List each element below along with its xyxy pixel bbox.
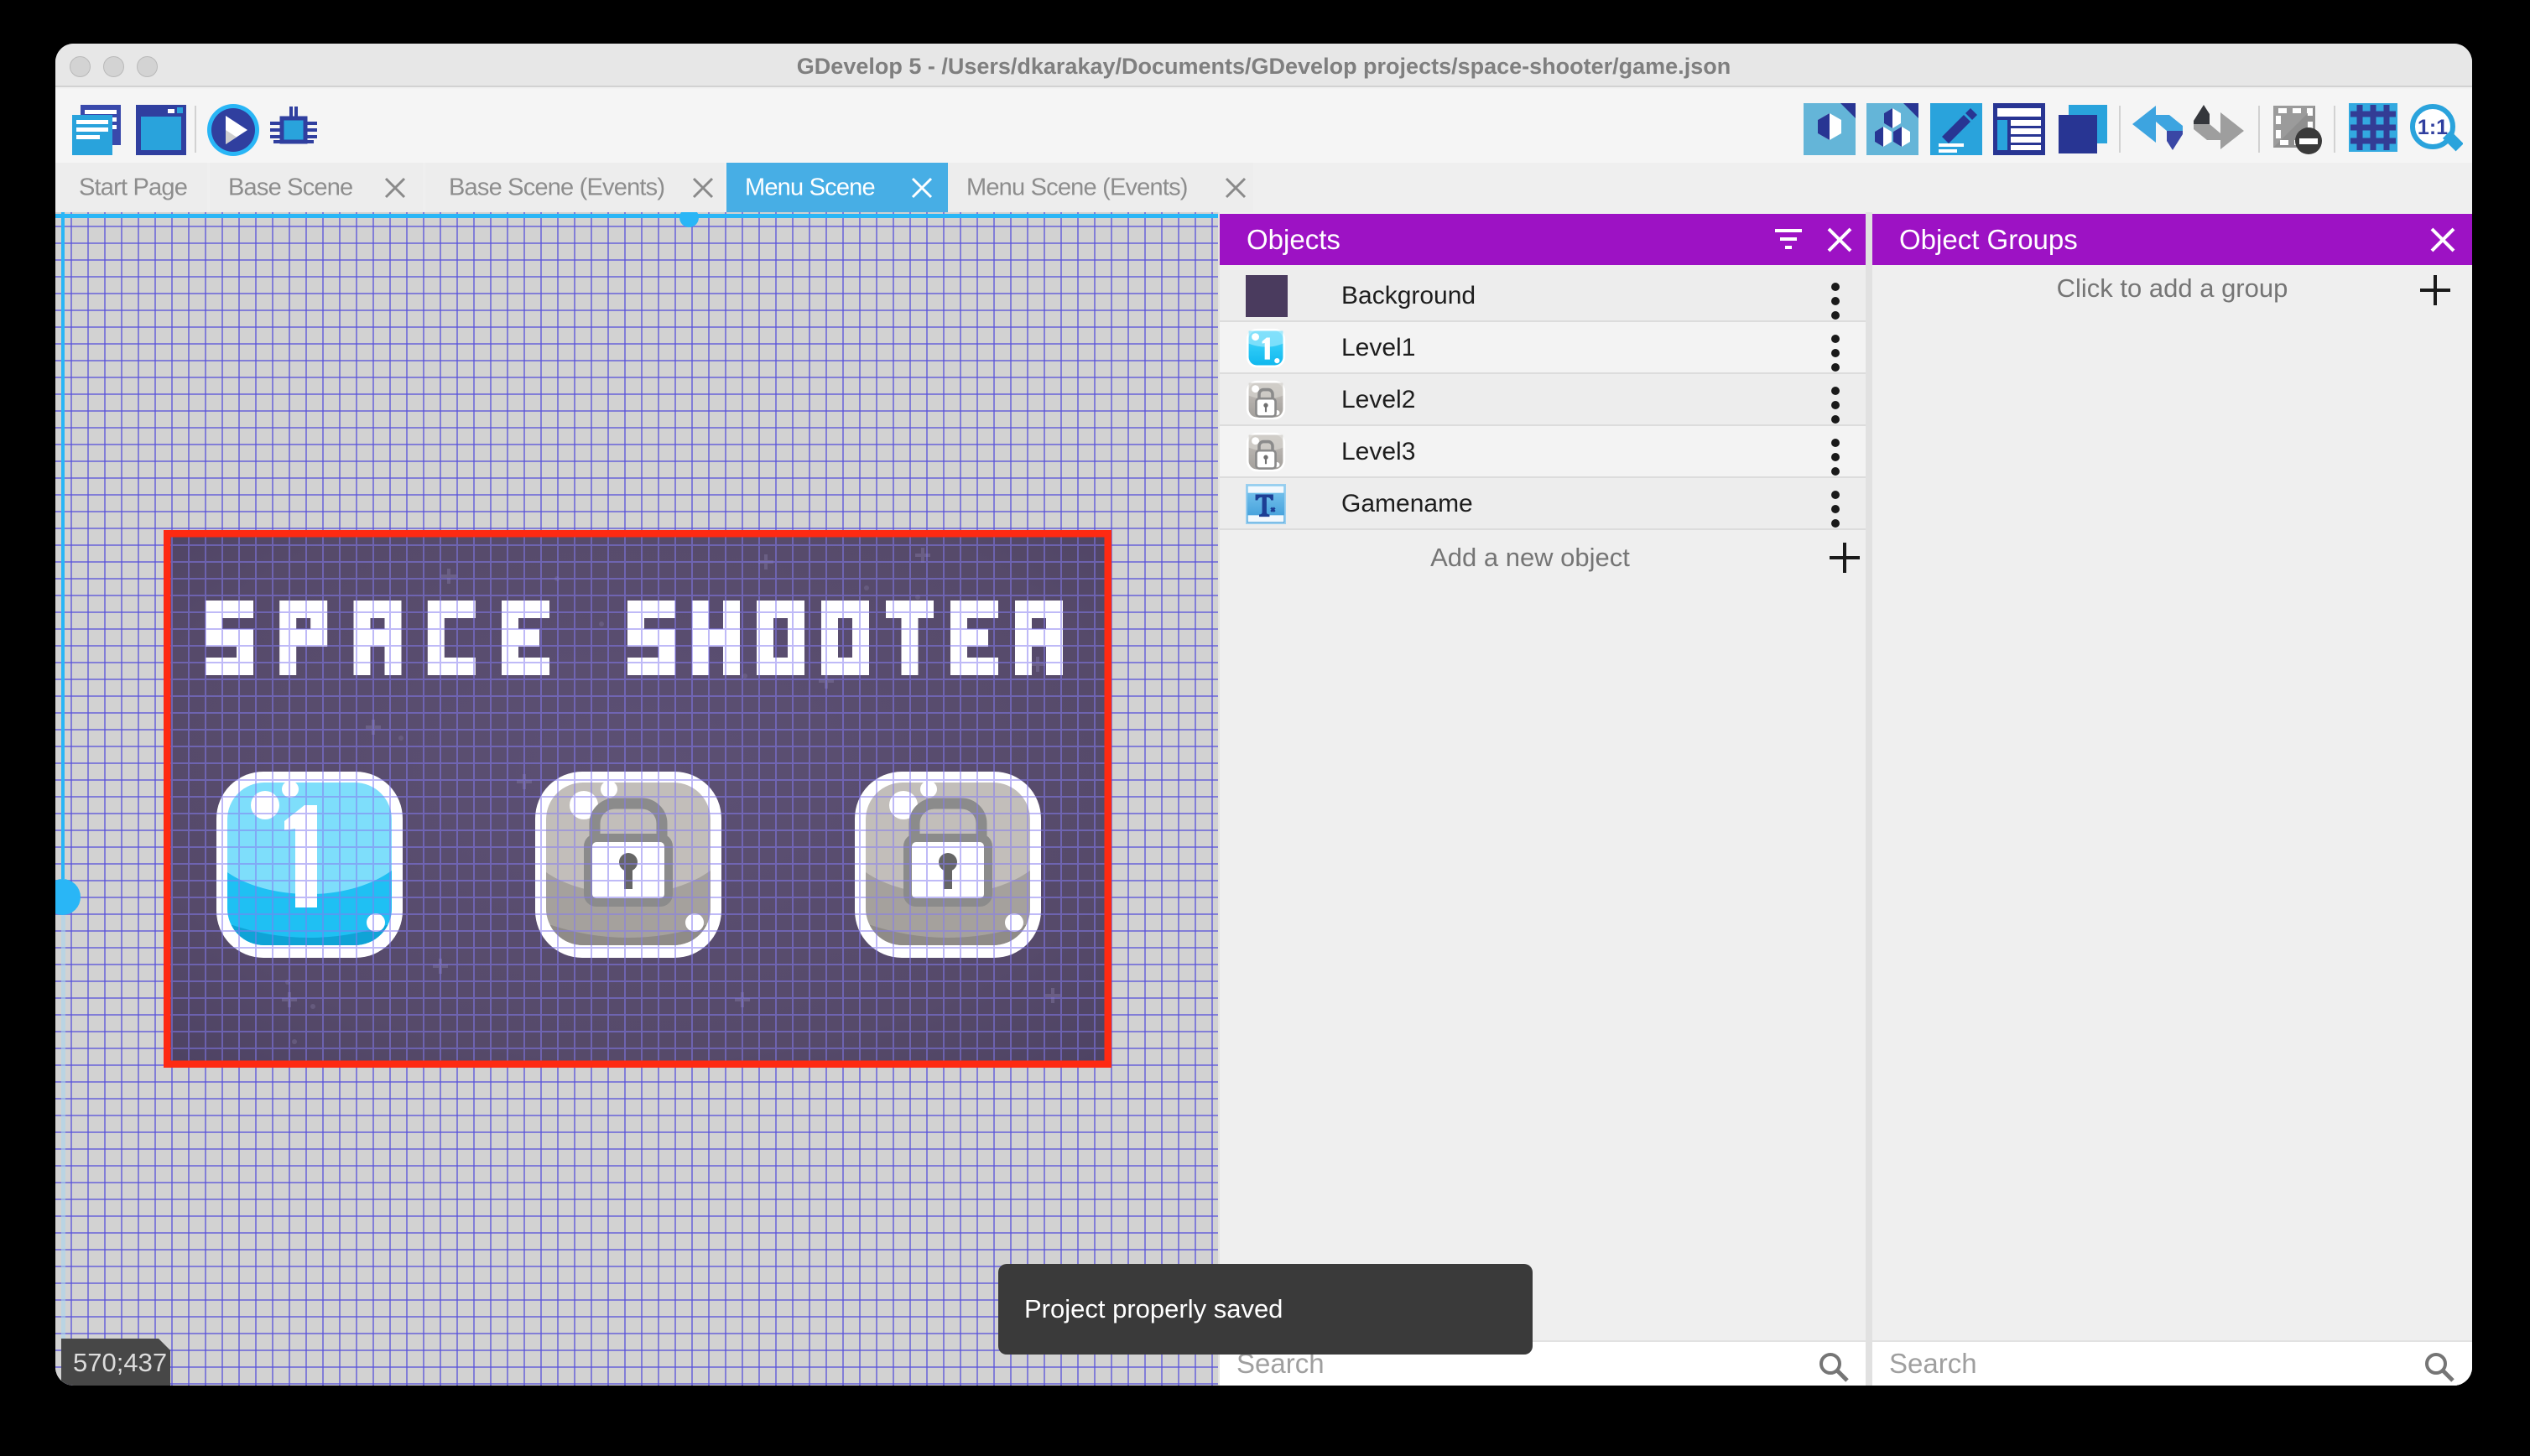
svg-text:1:1: 1:1 xyxy=(2418,116,2448,139)
